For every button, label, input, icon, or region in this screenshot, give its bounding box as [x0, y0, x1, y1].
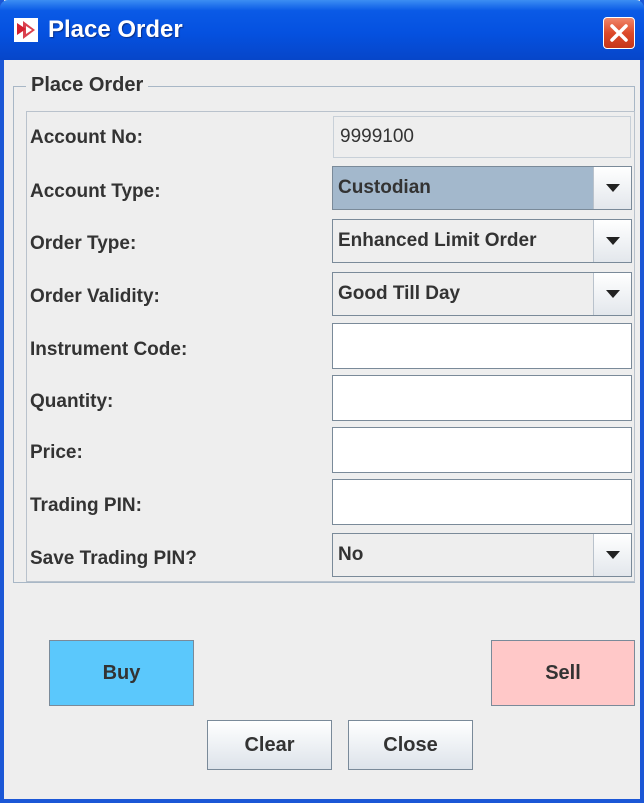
- instrument-code-label: Instrument Code:: [30, 339, 188, 360]
- chevron-down-icon[interactable]: [593, 273, 631, 315]
- window-close-button[interactable]: [603, 17, 635, 49]
- order-validity-select[interactable]: Good Till Day: [332, 272, 632, 316]
- account-type-select[interactable]: Custodian: [332, 166, 632, 210]
- sell-button[interactable]: Sell: [491, 640, 635, 706]
- order-validity-label: Order Validity:: [30, 286, 160, 307]
- save-trading-pin-value: No: [338, 544, 364, 565]
- order-type-value: Enhanced Limit Order: [338, 230, 537, 251]
- chevron-down-icon[interactable]: [593, 534, 631, 576]
- app-logo-icon: [14, 18, 38, 42]
- account-no-value: 9999100: [333, 116, 631, 158]
- chevron-down-icon[interactable]: [593, 220, 631, 262]
- order-validity-value: Good Till Day: [338, 283, 461, 304]
- save-trading-pin-label: Save Trading PIN?: [30, 548, 197, 569]
- group-title: Place Order: [26, 73, 149, 97]
- account-no-label: Account No:: [30, 127, 143, 148]
- close-icon: [610, 24, 628, 42]
- buy-button[interactable]: Buy: [49, 640, 194, 706]
- trading-pin-input[interactable]: [332, 479, 632, 525]
- price-input[interactable]: [332, 427, 632, 473]
- order-type-select[interactable]: Enhanced Limit Order: [332, 219, 632, 263]
- price-label: Price:: [30, 442, 83, 463]
- close-button[interactable]: Close: [348, 720, 473, 770]
- title-bar[interactable]: Place Order: [0, 0, 644, 60]
- chevron-down-icon[interactable]: [593, 167, 631, 209]
- order-type-label: Order Type:: [30, 233, 137, 254]
- clear-button[interactable]: Clear: [207, 720, 332, 770]
- save-trading-pin-select[interactable]: No: [332, 533, 632, 577]
- account-type-label: Account Type:: [30, 181, 161, 202]
- quantity-input[interactable]: [332, 375, 632, 421]
- account-type-value: Custodian: [338, 177, 431, 198]
- quantity-label: Quantity:: [30, 391, 114, 412]
- trading-pin-label: Trading PIN:: [30, 495, 142, 516]
- window-title: Place Order: [48, 16, 183, 43]
- instrument-code-input[interactable]: [332, 323, 632, 369]
